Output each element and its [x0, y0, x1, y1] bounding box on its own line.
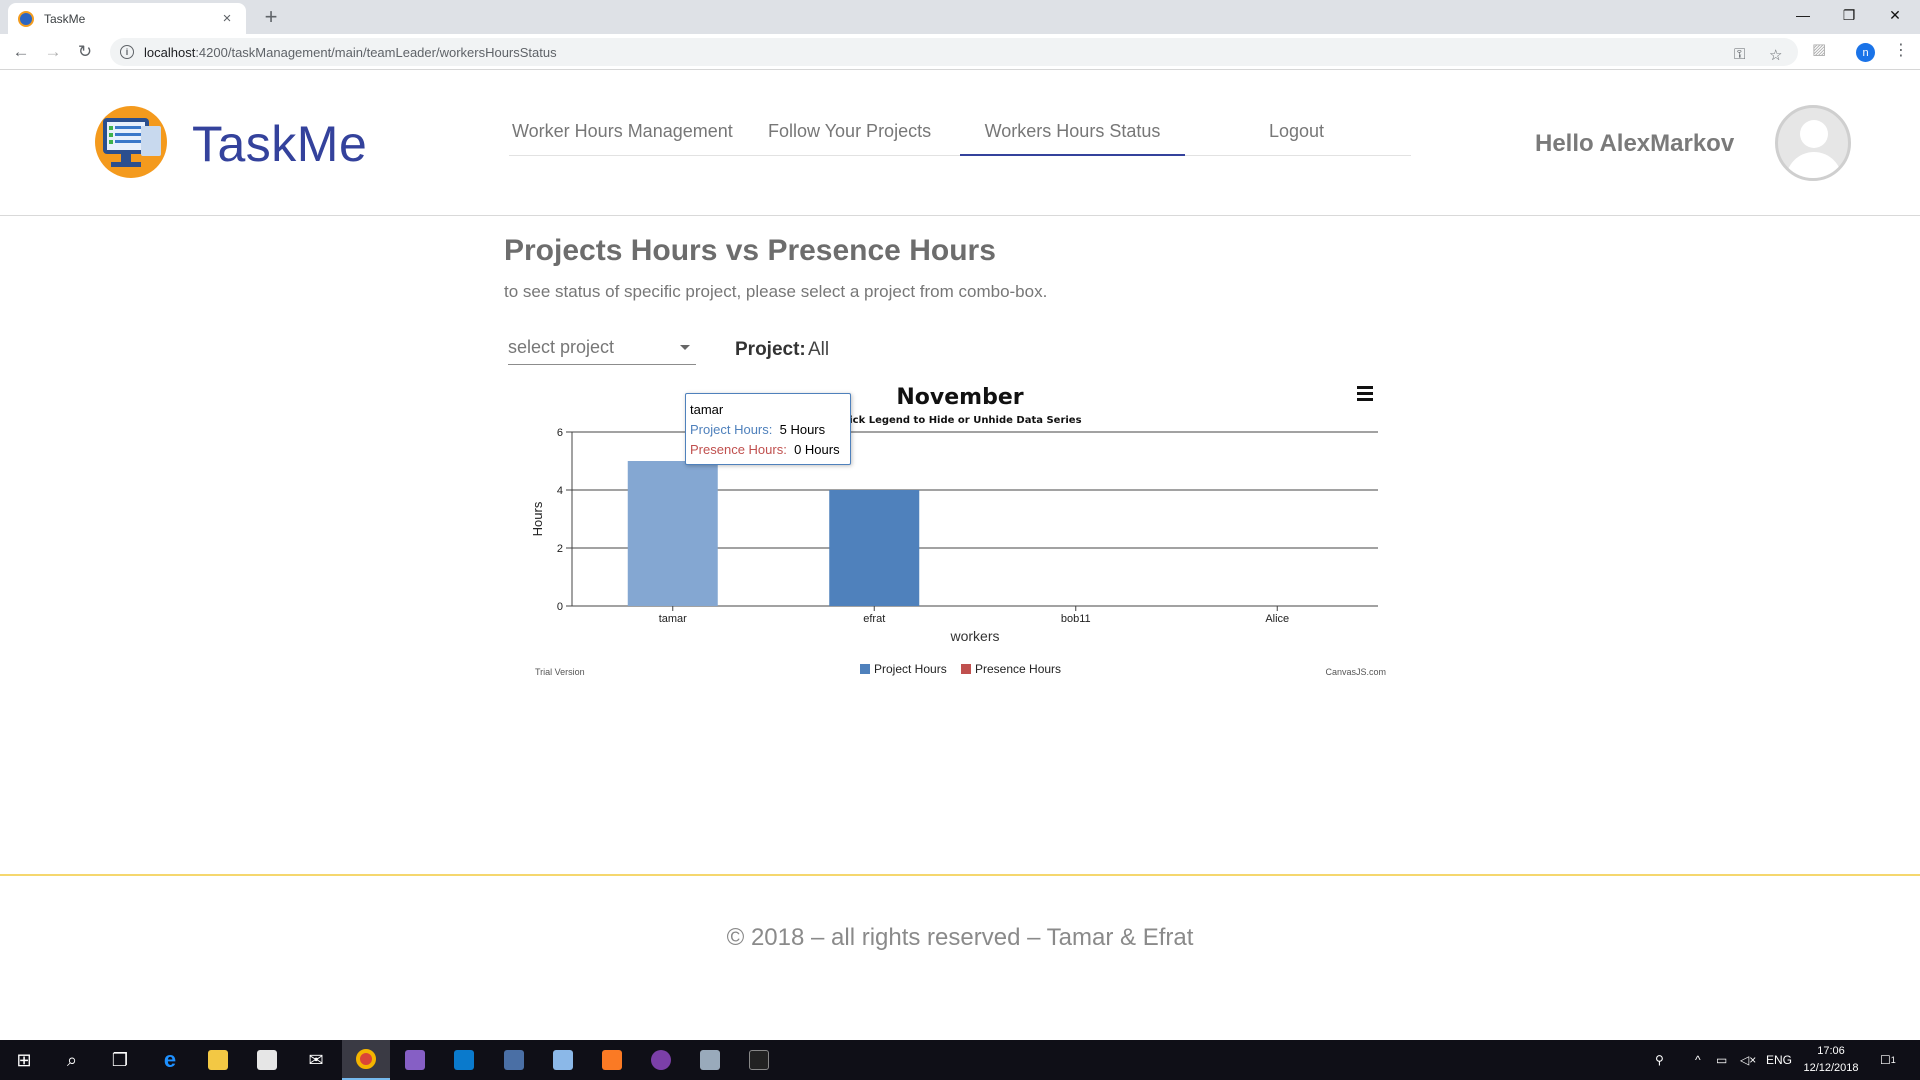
search-icon[interactable]: ⌕: [48, 1040, 96, 1080]
project-value: All: [808, 339, 830, 360]
taskme-logo-icon: [95, 106, 167, 178]
cube-app-icon[interactable]: [539, 1040, 587, 1080]
windows-taskbar: ⊞ ⌕ ❐ e ✉ ⚲ ^ ▭ ◁× ENG 17:06 12/12/2018 …: [0, 1040, 1920, 1080]
footer-divider: [0, 874, 1920, 876]
x-tick-label: bob11: [1061, 613, 1091, 625]
browser-tab[interactable]: TaskMe ×: [8, 3, 246, 34]
key-icon[interactable]: ⚿: [1734, 46, 1745, 63]
tooltip-label-project: Project Hours:: [690, 422, 773, 437]
clock-date: 12/12/2018: [1803, 1062, 1859, 1074]
chart-subtitle: Click Legend to Hide or Unhide Data Seri…: [838, 415, 1081, 426]
project-label: Project:: [735, 339, 806, 360]
x-axis-label: workers: [949, 628, 999, 644]
chart-menu-icon-bar-0: [1357, 386, 1373, 389]
notification-count: 1: [1890, 1055, 1896, 1065]
legend-swatch-project-hours: [860, 664, 870, 674]
page-title: Projects Hours vs Presence Hours: [504, 234, 996, 267]
sql-server-icon[interactable]: [490, 1040, 538, 1080]
terminal-icon[interactable]: [735, 1040, 783, 1080]
app-header: TaskMe Worker Hours Management Follow Yo…: [0, 71, 1920, 216]
url-host: localhost: [144, 44, 196, 60]
hours-chart: November Click Legend to Hide or Unhide D…: [530, 385, 1386, 677]
task-view-icon[interactable]: ❐: [96, 1040, 144, 1080]
profile-avatar[interactable]: n: [1856, 43, 1875, 62]
address-bar[interactable]: i localhost :4200/taskManagement/main/te…: [110, 38, 1798, 66]
extension-icon[interactable]: ▨: [1812, 40, 1826, 58]
notification-icon[interactable]: ☐ 1: [1880, 1040, 1896, 1080]
clock-time: 17:06: [1817, 1045, 1845, 1057]
nav-logout[interactable]: Logout: [1269, 106, 1324, 156]
tooltip-label-presence: Presence Hours:: [690, 442, 787, 457]
dropdown-arrow-icon: [680, 345, 690, 350]
legend-item: Presence Hours: [975, 662, 1061, 676]
back-arrow-icon[interactable]: ←: [9, 40, 33, 64]
x-tick-label: tamar: [659, 613, 687, 625]
legend-swatch-presence-hours: [961, 664, 971, 674]
volume-muted-icon[interactable]: ◁×: [1740, 1040, 1756, 1080]
browser-tab-strip: TaskMe × + — ❐ ✕: [0, 0, 1920, 34]
tooltip-value-project: 5 Hours: [779, 422, 826, 437]
file-explorer-icon[interactable]: [194, 1040, 242, 1080]
main-nav: Worker Hours Management Follow Your Proj…: [509, 106, 1411, 156]
page-subtitle: to see status of specific project, pleas…: [504, 282, 1048, 301]
nav-workers-hours-status[interactable]: Workers Hours Status: [960, 106, 1185, 156]
visual-studio-icon[interactable]: [391, 1040, 439, 1080]
chart-trial-text: Trial Version: [535, 667, 585, 677]
windows-start-icon[interactable]: ⊞: [0, 1040, 48, 1080]
menu-kebab-icon[interactable]: ⋮: [1893, 40, 1909, 60]
url-path: :4200/taskManagement/main/teamLeader/wor…: [195, 44, 557, 60]
language-indicator[interactable]: ENG: [1766, 1040, 1792, 1080]
minimize-button[interactable]: —: [1780, 0, 1826, 30]
people-icon[interactable]: ⚲: [1655, 1040, 1664, 1080]
paint-icon[interactable]: [686, 1040, 734, 1080]
tray-chevron-icon[interactable]: ^: [1695, 1040, 1701, 1080]
bar-project-hours-tamar: [627, 461, 718, 606]
browser-toolbar: ← → ↻ i localhost :4200/taskManagement/m…: [0, 34, 1920, 70]
chart-menu-icon-bar-1: [1357, 392, 1373, 395]
x-tick-label: Alice: [1265, 613, 1289, 625]
tab-title: TaskMe: [44, 11, 86, 26]
chart-menu-icon-bar-2: [1357, 398, 1373, 401]
project-select[interactable]: select project: [508, 333, 696, 365]
chart-credit-text: CanvasJS.com: [1325, 667, 1386, 677]
restore-button[interactable]: ❐: [1826, 0, 1872, 30]
xampp-icon[interactable]: [588, 1040, 636, 1080]
system-clock[interactable]: 17:06 12/12/2018: [1795, 1043, 1867, 1077]
tooltip-value-presence: 0 Hours: [794, 442, 840, 457]
tooltip-name: tamar: [690, 402, 724, 417]
y-tick-label: 6: [557, 427, 563, 439]
bar-project-hours-efrat: [829, 490, 920, 606]
y-tick-label: 2: [557, 543, 563, 555]
brand-title: TaskMe: [192, 116, 368, 172]
site-info-icon[interactable]: i: [120, 45, 134, 59]
vscode-icon[interactable]: [440, 1040, 488, 1080]
taskme-favicon-icon: [18, 10, 34, 27]
edge-icon[interactable]: e: [146, 1040, 194, 1080]
close-window-button[interactable]: ✕: [1872, 0, 1918, 30]
forward-arrow-icon[interactable]: →: [41, 40, 65, 64]
purple-app-icon[interactable]: [637, 1040, 685, 1080]
chart-tooltip: tamar Project Hours: 5 Hours Presence Ho…: [685, 393, 851, 465]
project-select-placeholder: select project: [508, 337, 615, 357]
legend-item: Project Hours: [874, 662, 947, 676]
y-axis-label: Hours: [530, 501, 545, 536]
bookmark-star-icon[interactable]: ☆: [1769, 46, 1782, 64]
user-avatar-icon[interactable]: [1775, 105, 1851, 181]
network-icon[interactable]: ▭: [1716, 1040, 1727, 1080]
chart-title: November: [896, 385, 1023, 410]
store-icon[interactable]: [243, 1040, 291, 1080]
y-tick-label: 4: [557, 485, 563, 497]
x-tick-label: efrat: [863, 613, 885, 625]
reload-icon[interactable]: ↻: [73, 40, 97, 64]
mail-icon[interactable]: ✉: [292, 1040, 340, 1080]
y-tick-label: 0: [557, 601, 563, 613]
new-tab-button[interactable]: +: [259, 4, 283, 30]
greeting: Hello AlexMarkov: [1535, 130, 1735, 157]
nav-worker-hours-management[interactable]: Worker Hours Management: [512, 106, 733, 156]
footer-copyright: © 2018 – all rights reserved – Tamar & E…: [726, 924, 1194, 951]
nav-follow-your-projects[interactable]: Follow Your Projects: [768, 106, 931, 156]
tab-close-icon[interactable]: ×: [218, 10, 236, 27]
chrome-icon[interactable]: [342, 1040, 390, 1080]
